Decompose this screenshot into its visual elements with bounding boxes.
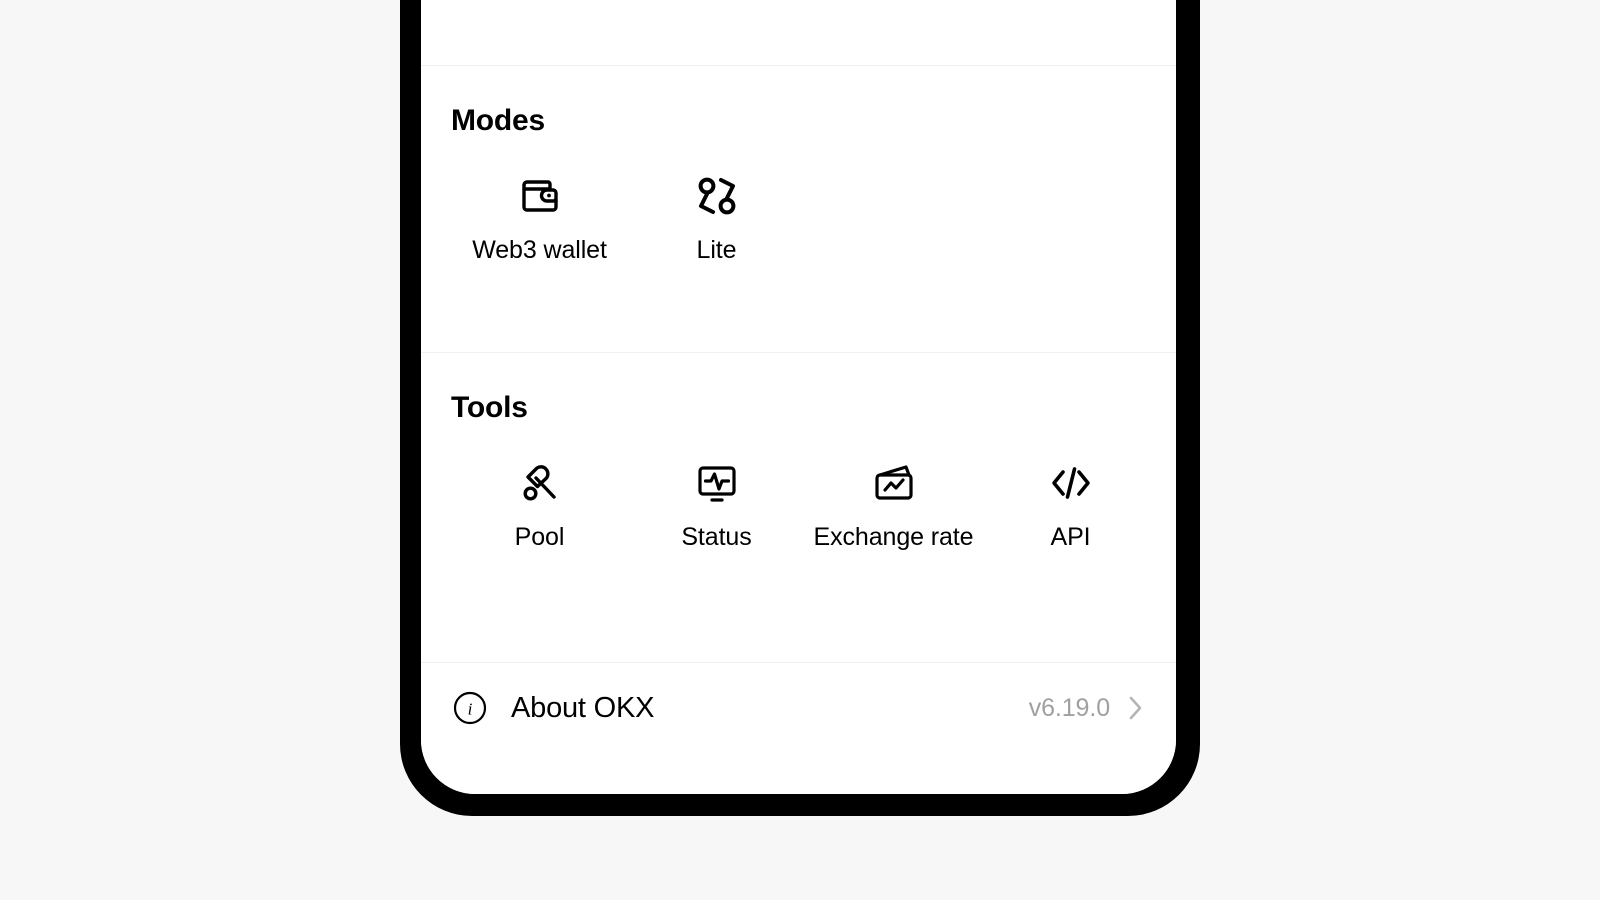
- mode-label-lite: Lite: [696, 236, 737, 264]
- wallet-icon: [512, 168, 568, 224]
- tool-label-pool: Pool: [514, 523, 565, 551]
- pickaxe-icon: [512, 455, 568, 511]
- tool-item-api[interactable]: API: [982, 455, 1159, 552]
- tool-item-exchange-rate[interactable]: Exchange rate: [805, 455, 982, 552]
- code-brackets-icon: [1043, 455, 1099, 511]
- chevron-right-icon: [1124, 692, 1146, 724]
- mode-item-lite[interactable]: Lite: [628, 168, 805, 265]
- mode-label-web3-wallet: Web3 wallet: [472, 236, 607, 264]
- info-circle-icon: i: [451, 689, 489, 727]
- tools-heading: Tools: [451, 391, 528, 424]
- tool-item-status[interactable]: Status: [628, 455, 805, 552]
- phone-screen: Learn Community: [421, 0, 1176, 794]
- modes-heading: Modes: [451, 104, 546, 137]
- app-screen-content: Learn Community: [421, 0, 1176, 794]
- rate-card-icon: [866, 455, 922, 511]
- lite-swap-icon: [689, 168, 745, 224]
- about-okx-label: About OKX: [511, 691, 655, 724]
- modes-section: Modes Web3 wallet Lite: [421, 66, 1176, 353]
- tool-label-status: Status: [681, 523, 752, 551]
- top-nav-section: Learn Community: [421, 0, 1176, 66]
- modes-grid: Web3 wallet Lite: [451, 168, 805, 265]
- tools-section: Tools Pool Status Exchange rate API: [421, 353, 1176, 663]
- tool-item-pool[interactable]: Pool: [451, 455, 628, 552]
- tool-label-exchange-rate: Exchange rate: [813, 523, 974, 551]
- mode-item-web3-wallet[interactable]: Web3 wallet: [451, 168, 628, 265]
- monitor-pulse-icon: [689, 455, 745, 511]
- svg-text:i: i: [468, 700, 473, 719]
- tools-grid: Pool Status Exchange rate API: [451, 455, 1159, 552]
- screenshot-stage: Learn Community: [0, 0, 1600, 900]
- about-okx-row[interactable]: i About OKX v6.19.0: [421, 663, 1176, 753]
- tool-label-api: API: [1050, 523, 1091, 551]
- app-version-text: v6.19.0: [1028, 693, 1110, 722]
